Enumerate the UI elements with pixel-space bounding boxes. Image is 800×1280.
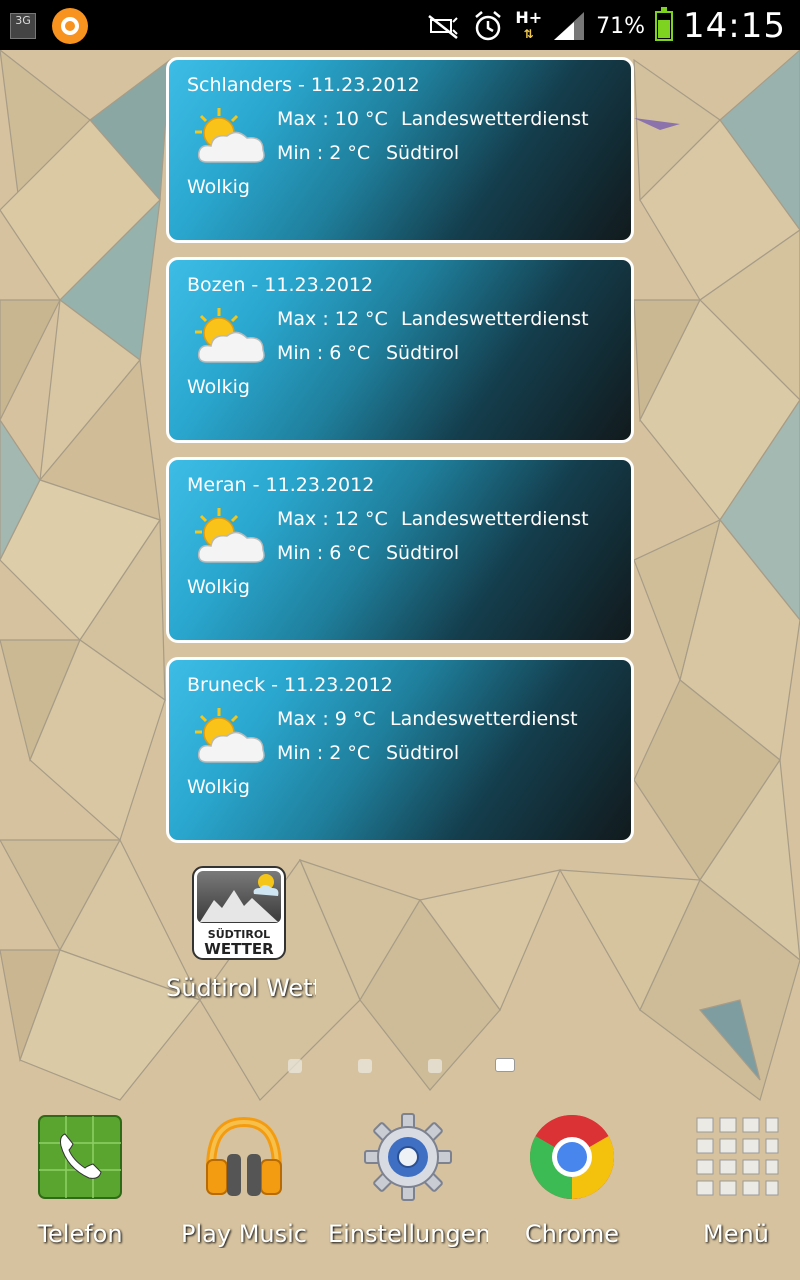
headphones-icon xyxy=(206,1116,282,1196)
min-temp: Min : 2 °C xyxy=(277,142,371,164)
3g-icon: 3G xyxy=(10,13,36,39)
app-notification-icon xyxy=(52,8,88,44)
max-temp: Max : 12 °C xyxy=(277,308,388,330)
signal-icon xyxy=(554,12,585,40)
widget-title: Meran - 11.23.2012 xyxy=(187,474,375,496)
partly-cloudy-icon xyxy=(195,508,265,563)
dock-menu[interactable]: Menü xyxy=(656,1108,800,1248)
widget-title: Bozen - 11.23.2012 xyxy=(187,274,374,296)
condition-label: Wolkig xyxy=(187,376,250,398)
page-dot[interactable] xyxy=(288,1059,302,1073)
widget-title: Bruneck - 11.23.2012 xyxy=(187,674,393,696)
max-temp: Max : 10 °C xyxy=(277,108,388,130)
condition-label: Wolkig xyxy=(187,176,250,198)
suedtirol-wetter-app-icon: SÜDTIROL WETTER xyxy=(192,866,286,960)
max-temp: Max : 9 °C xyxy=(277,708,376,730)
weather-widget[interactable]: Meran - 11.23.2012 Max : 12 °C Landeswet… xyxy=(166,457,634,643)
widget-title: Schlanders - 11.23.2012 xyxy=(187,74,420,96)
dock-label: Einstellungen xyxy=(328,1220,488,1248)
alarm-icon xyxy=(475,11,502,41)
partly-cloudy-icon xyxy=(195,308,265,363)
app-shortcut-label: Südtirol Wett xyxy=(166,974,316,1002)
app-logo-line2: WETTER xyxy=(204,940,274,958)
app-shortcut-suedtirol-wetter[interactable]: SÜDTIROL WETTER Südtirol Wett xyxy=(166,866,316,1002)
source-region: Südtirol xyxy=(386,742,460,764)
status-bar: 3G H+ ⇅ 71% 14:15 xyxy=(0,0,800,50)
battery-icon xyxy=(655,7,674,41)
source-label: Landeswetterdienst xyxy=(401,108,589,130)
page-dot-active[interactable] xyxy=(495,1058,515,1072)
weather-widget[interactable]: Bozen - 11.23.2012 Max : 12 °C Landeswet… xyxy=(166,257,634,443)
app-grid-icon xyxy=(696,1117,779,1196)
mute-icon xyxy=(428,15,459,39)
battery-percent: 71% xyxy=(596,13,646,39)
dock-label: Chrome xyxy=(524,1220,620,1248)
app-logo-line1: SÜDTIROL xyxy=(208,927,270,941)
min-temp: Min : 6 °C xyxy=(277,342,371,364)
partly-cloudy-icon xyxy=(195,108,265,163)
source-label: Landeswetterdienst xyxy=(401,308,589,330)
dock-telefon[interactable]: Telefon xyxy=(0,1108,160,1248)
dock-einstellungen[interactable]: Einstellungen xyxy=(328,1108,488,1248)
page-indicator xyxy=(0,1056,800,1076)
weather-widget[interactable]: Bruneck - 11.23.2012 Max : 9 °C Landeswe… xyxy=(166,657,634,843)
settings-gear-icon xyxy=(364,1113,452,1201)
min-temp: Min : 6 °C xyxy=(277,542,371,564)
dock-label: Menü xyxy=(703,1220,769,1248)
min-temp: Min : 2 °C xyxy=(277,742,371,764)
page-dot[interactable] xyxy=(358,1059,372,1073)
page-dot[interactable] xyxy=(428,1059,442,1073)
h-plus-data-icon: H+ ⇅ xyxy=(515,8,543,42)
source-region: Südtirol xyxy=(386,142,460,164)
max-temp: Max : 12 °C xyxy=(277,508,388,530)
dock: Telefon Play Music Einstellungen Chrome … xyxy=(0,1108,800,1280)
chrome-icon xyxy=(529,1114,615,1199)
dock-play-music[interactable]: Play Music xyxy=(164,1108,324,1248)
weather-widget[interactable]: Schlanders - 11.23.2012 Max : 10 °C Land… xyxy=(166,57,634,243)
dock-label: Play Music xyxy=(181,1220,307,1248)
phone-icon xyxy=(38,1115,122,1199)
source-region: Südtirol xyxy=(386,342,460,364)
partly-cloudy-icon xyxy=(195,708,265,763)
dock-label: Telefon xyxy=(37,1220,123,1248)
clock: 14:15 xyxy=(683,6,786,46)
condition-label: Wolkig xyxy=(187,776,250,798)
condition-label: Wolkig xyxy=(187,576,250,598)
dock-chrome[interactable]: Chrome xyxy=(492,1108,652,1248)
source-label: Landeswetterdienst xyxy=(390,708,578,730)
source-label: Landeswetterdienst xyxy=(401,508,589,530)
source-region: Südtirol xyxy=(386,542,460,564)
